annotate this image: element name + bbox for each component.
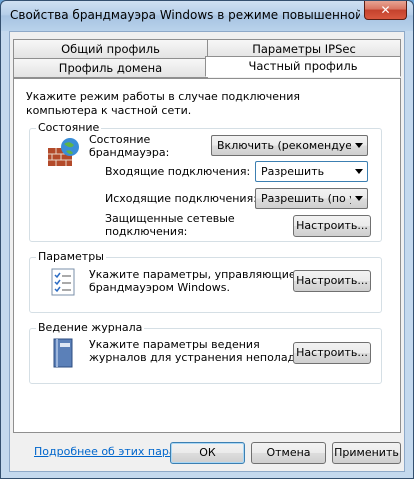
properties-dialog-window: Свойства брандмауэра Windows в режиме по… xyxy=(0,0,414,479)
configure-settings-button[interactable]: Настроить... xyxy=(293,270,371,292)
firewall-state-label-line2: брандмауэра: xyxy=(89,146,170,159)
protected-label-line1: Защищенные сетевые xyxy=(105,212,235,225)
configure-logging-button[interactable]: Настроить... xyxy=(293,342,371,364)
button-label: Отмена xyxy=(266,446,311,459)
settings-description: Укажите параметры, управляющие брандмауэ… xyxy=(89,268,296,294)
button-label: Настроить... xyxy=(296,274,368,287)
button-label: Настроить... xyxy=(296,346,368,359)
outbound-value: Разрешить (по ум xyxy=(261,192,351,205)
settings-list-icon xyxy=(51,268,75,296)
close-icon: ✕ xyxy=(380,3,391,17)
settings-group-label: Параметры xyxy=(36,250,106,264)
inbound-connections-label: Входящие подключения: xyxy=(105,165,250,178)
firewall-state-label: Состояние брандмауэра: xyxy=(89,133,169,159)
outbound-connections-label: Исходящие подключения: xyxy=(105,192,257,205)
button-label: ОК xyxy=(199,446,216,459)
firewall-icon xyxy=(48,138,79,166)
inbound-value: Разрешить xyxy=(261,165,325,178)
tab-general-profile[interactable]: Общий профиль xyxy=(13,39,208,59)
title-bar[interactable]: Свойства брандмауэра Windows в режиме по… xyxy=(1,1,413,31)
button-label: Применить xyxy=(334,446,399,459)
logging-text-line2: журналов для устранения неполадок. xyxy=(89,351,313,364)
cancel-button[interactable]: Отмена xyxy=(251,442,326,464)
settings-text-line1: Укажите параметры, управляющие xyxy=(89,268,296,281)
tab-label: Частный профиль xyxy=(248,59,358,73)
close-button[interactable]: ✕ xyxy=(364,1,407,20)
window-title: Свойства брандмауэра Windows в режиме по… xyxy=(10,8,360,22)
firewall-state-value: Включить (рекомендуется xyxy=(217,139,351,152)
outbound-label-text: Исходящие подключения: xyxy=(105,192,257,205)
profile-description: Укажите режим работы в случае подключени… xyxy=(26,90,301,117)
configure-protected-connections-button[interactable]: Настроить... xyxy=(293,215,371,237)
inbound-connections-select[interactable]: Разрешить xyxy=(255,161,368,182)
inbound-label-text: Входящие подключения: xyxy=(105,165,251,178)
settings-text-line2: брандмауэром Windows. xyxy=(89,281,230,294)
logging-group-label: Ведение журнала xyxy=(36,321,145,335)
chevron-down-icon xyxy=(355,169,363,174)
tab-label: Параметры IPSec xyxy=(252,42,356,56)
apply-button[interactable]: Применить xyxy=(332,442,401,464)
logging-text-line1: Укажите параметры ведения xyxy=(89,338,260,351)
logging-description: Укажите параметры ведения журналов для у… xyxy=(89,338,312,364)
chevron-down-icon xyxy=(355,196,363,201)
tab-domain-profile[interactable]: Профиль домена xyxy=(13,58,208,78)
firewall-state-label-line1: Состояние xyxy=(89,133,151,146)
protected-connections-label: Защищенные сетевые подключения: xyxy=(105,212,235,238)
protected-label-line2: подключения: xyxy=(105,225,188,238)
tab-private-profile[interactable]: Частный профиль xyxy=(205,56,401,77)
chevron-down-icon xyxy=(355,143,363,148)
dialog-client-area: Общий профиль Параметры IPSec Профиль до… xyxy=(9,31,405,472)
button-label: Настроить... xyxy=(296,219,368,232)
ok-button[interactable]: ОК xyxy=(170,442,245,464)
firewall-state-select[interactable]: Включить (рекомендуется xyxy=(211,135,368,156)
tab-label: Профиль домена xyxy=(58,61,163,75)
outbound-connections-select[interactable]: Разрешить (по ум xyxy=(255,188,368,209)
log-notebook-icon xyxy=(53,338,73,368)
tab-label: Общий профиль xyxy=(61,42,160,56)
